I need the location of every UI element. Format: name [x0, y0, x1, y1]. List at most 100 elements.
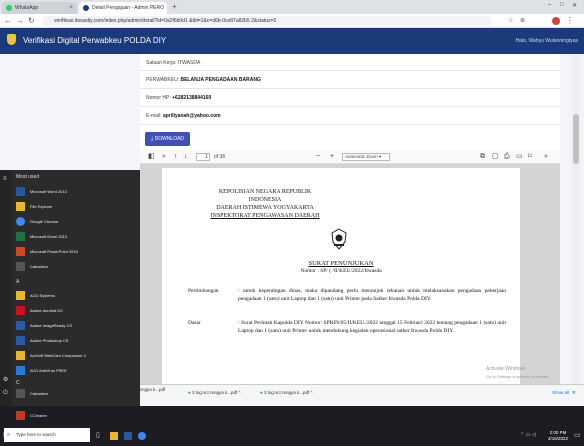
- extensions-icon[interactable]: ⊕: [520, 16, 525, 26]
- url-input[interactable]: verifikasi.itwasdiy.com/index.php/admin/…: [42, 16, 492, 26]
- start-item-label: ACD Systems: [30, 293, 55, 298]
- zoom-in-button[interactable]: +: [330, 152, 334, 162]
- close-tab-icon[interactable]: ×: [65, 5, 73, 11]
- zoom-select[interactable]: Automatic Zoom ▾: [342, 153, 390, 161]
- start-item[interactable]: Microsoft Excel 2010: [16, 231, 67, 242]
- letter-number: Nomor : SP/ ( /II/KEU/2022/Itwasda: [300, 268, 382, 274]
- start-item[interactable]: Google Chrome: [16, 216, 58, 227]
- excel-icon: [16, 232, 25, 241]
- email-value: aprillyanah@yahoo.com: [162, 113, 221, 119]
- app-header: Verifikasi Digital Perwabkeu POLDA DIY H…: [0, 28, 584, 54]
- close-download-bar-icon[interactable]: ✕: [572, 390, 576, 396]
- show-all-link[interactable]: Show all: [552, 390, 569, 395]
- watermark-subtitle: Go to Settings to activate Windows.: [486, 374, 550, 379]
- acrobat-icon: [16, 306, 25, 315]
- start-item-label: Calculator: [30, 264, 49, 269]
- satker-field: Satuan Kerja: ITWASDA: [146, 60, 201, 66]
- download-button[interactable]: ⤓ DOWNLOAD: [145, 132, 191, 146]
- calculator-icon: [16, 262, 25, 271]
- pertimbangan-label: Pertimbangan: [188, 288, 219, 294]
- chrome-taskbar-icon[interactable]: [138, 432, 146, 440]
- start-item[interactable]: Microsoft PowerPoint 2010: [16, 246, 78, 257]
- email-label: E-mail:: [146, 113, 162, 119]
- tools-icon[interactable]: »: [544, 152, 548, 162]
- reload-icon[interactable]: ↻: [28, 16, 35, 26]
- dasar-label: Dasar: [188, 320, 201, 326]
- start-item[interactable]: Calculator: [16, 261, 48, 272]
- section-c-header: C: [16, 380, 20, 386]
- start-item-label: Adobe Photoshop CS: [30, 338, 69, 343]
- start-menu: ≡ ⚙ ⏻ Most used Microsoft Word 2010 File…: [0, 170, 140, 406]
- ccleaner-icon: [16, 410, 25, 420]
- notification-icon[interactable]: ▭: [574, 431, 581, 439]
- folder-icon: [16, 291, 25, 300]
- phone-label: Nomor HP:: [146, 95, 171, 101]
- tab-detail-pengajuan[interactable]: Detail Pengajuan - Admin PERO ×: [79, 2, 167, 14]
- open-file-icon[interactable]: ▢: [492, 152, 499, 162]
- task-view-icon[interactable]: ▯: [96, 431, 100, 439]
- clock[interactable]: 2:00 PM 4/16/2022: [548, 430, 568, 442]
- pdf-toolbar: ◧ ⌕ ↑ ↓ 1 of 36 − + Automatic Zoom ▾ ⧉ ▢…: [140, 150, 560, 164]
- app-title: Verifikasi Digital Perwabkeu POLDA DIY: [23, 36, 167, 45]
- forward-icon[interactable]: →: [16, 16, 24, 26]
- scrollbar-thumb[interactable]: [573, 114, 579, 164]
- presentation-icon[interactable]: ⧉: [480, 152, 485, 162]
- perwabkeu-value: BELANJA PENGADAAN BARANG: [180, 77, 261, 83]
- bookmark-icon[interactable]: ⌑: [528, 152, 532, 162]
- start-item[interactable]: AVG AntiVirus FREE: [16, 365, 67, 376]
- start-item[interactable]: CCleaner: [16, 410, 47, 420]
- start-item-label: Microsoft Excel 2010: [30, 234, 68, 239]
- profile-avatar[interactable]: [552, 17, 560, 25]
- start-item[interactable]: ACD Systems: [16, 290, 55, 301]
- letterhead-line-3: INSPEKTORAT PENGAWASAN DAERAH: [210, 213, 320, 219]
- new-tab-button[interactable]: +: [172, 2, 177, 11]
- start-item[interactable]: Adobe Photoshop CS: [16, 335, 68, 346]
- download-item[interactable]: ● 3 log sct rengya k...pdf ^: [188, 390, 241, 395]
- zoom-value: Automatic Zoom: [345, 154, 378, 159]
- avg-icon: [16, 366, 25, 375]
- next-page-icon[interactable]: ↓: [184, 152, 188, 162]
- perwabkeu-label: PERWABKEU:: [146, 77, 180, 83]
- windows-taskbar: CCleaner ⊞ ⌕ Type here to search ▯ ⌃ ▭ ◁…: [0, 406, 584, 446]
- close-tab-icon[interactable]: ×: [164, 5, 167, 11]
- word-taskbar-icon[interactable]: [124, 432, 132, 440]
- dasar-text: : Surat Perintah Kapolda DIY Nomor: SPRI…: [238, 320, 506, 334]
- zoom-out-button[interactable]: −: [316, 152, 320, 162]
- sidebar-toggle-icon[interactable]: ◧: [148, 152, 155, 162]
- download-filename: 3 log sct rengya k...pdf: [263, 390, 310, 395]
- save-icon[interactable]: ▭: [516, 152, 523, 162]
- start-item[interactable]: File Explorer: [16, 201, 52, 212]
- print-icon[interactable]: ⎙: [504, 152, 510, 162]
- phone-field: Nomor HP: +6282138844169: [146, 95, 211, 101]
- browser-menu-icon[interactable]: ⋮: [566, 16, 574, 26]
- back-icon[interactable]: ←: [4, 16, 12, 26]
- start-item[interactable]: Adobe ImageReady CS: [16, 320, 72, 331]
- file-explorer-taskbar-icon[interactable]: [110, 432, 118, 440]
- previous-page-icon[interactable]: ↑: [174, 152, 178, 162]
- start-item[interactable]: ArcSoft WebCam Companion 3: [16, 350, 86, 361]
- bookmark-star-icon[interactable]: ☆: [508, 16, 513, 26]
- find-icon[interactable]: ⌕: [162, 152, 166, 162]
- user-greeting[interactable]: Halo, Wahyu Wulanningtyas: [515, 38, 578, 44]
- app-favicon-icon: [83, 5, 89, 11]
- letterhead-line-2: DAERAH ISTIMEWA YOGYAKARTA: [216, 205, 314, 211]
- tab-whatsapp[interactable]: WhatsApp ×: [2, 2, 77, 14]
- minimize-button[interactable]: –: [548, 2, 551, 8]
- maximize-button[interactable]: □: [560, 2, 564, 8]
- download-item[interactable]: ● 3 log sct rengya k...pdf ^: [260, 390, 313, 395]
- system-tray-icons[interactable]: ⌃ ▭ ◁: [520, 432, 536, 438]
- power-icon[interactable]: ⏻: [3, 390, 8, 397]
- pdf-viewer[interactable]: KEPOLISIAN NEGARA REPUBLIK INDONESIA DAE…: [140, 164, 560, 384]
- settings-icon[interactable]: ⚙: [3, 376, 8, 383]
- letterhead-line-1: KEPOLISIAN NEGARA REPUBLIK INDONESIA: [218, 189, 312, 203]
- chrome-icon: [16, 217, 25, 226]
- hamburger-icon[interactable]: ≡: [3, 176, 7, 182]
- page-scrollbar[interactable]: [572, 54, 580, 384]
- page-number-input[interactable]: 1: [196, 153, 210, 161]
- start-item[interactable]: Adobe Acrobat DC: [16, 305, 63, 316]
- perwabkeu-field: PERWABKEU: BELANJA PENGADAAN BARANG: [146, 77, 261, 83]
- start-item[interactable]: Calculator: [16, 388, 48, 399]
- close-window-button[interactable]: ✕: [572, 2, 577, 9]
- start-item[interactable]: Microsoft Word 2010: [16, 186, 67, 197]
- taskbar-search-input[interactable]: ⌕ Type here to search: [4, 428, 90, 442]
